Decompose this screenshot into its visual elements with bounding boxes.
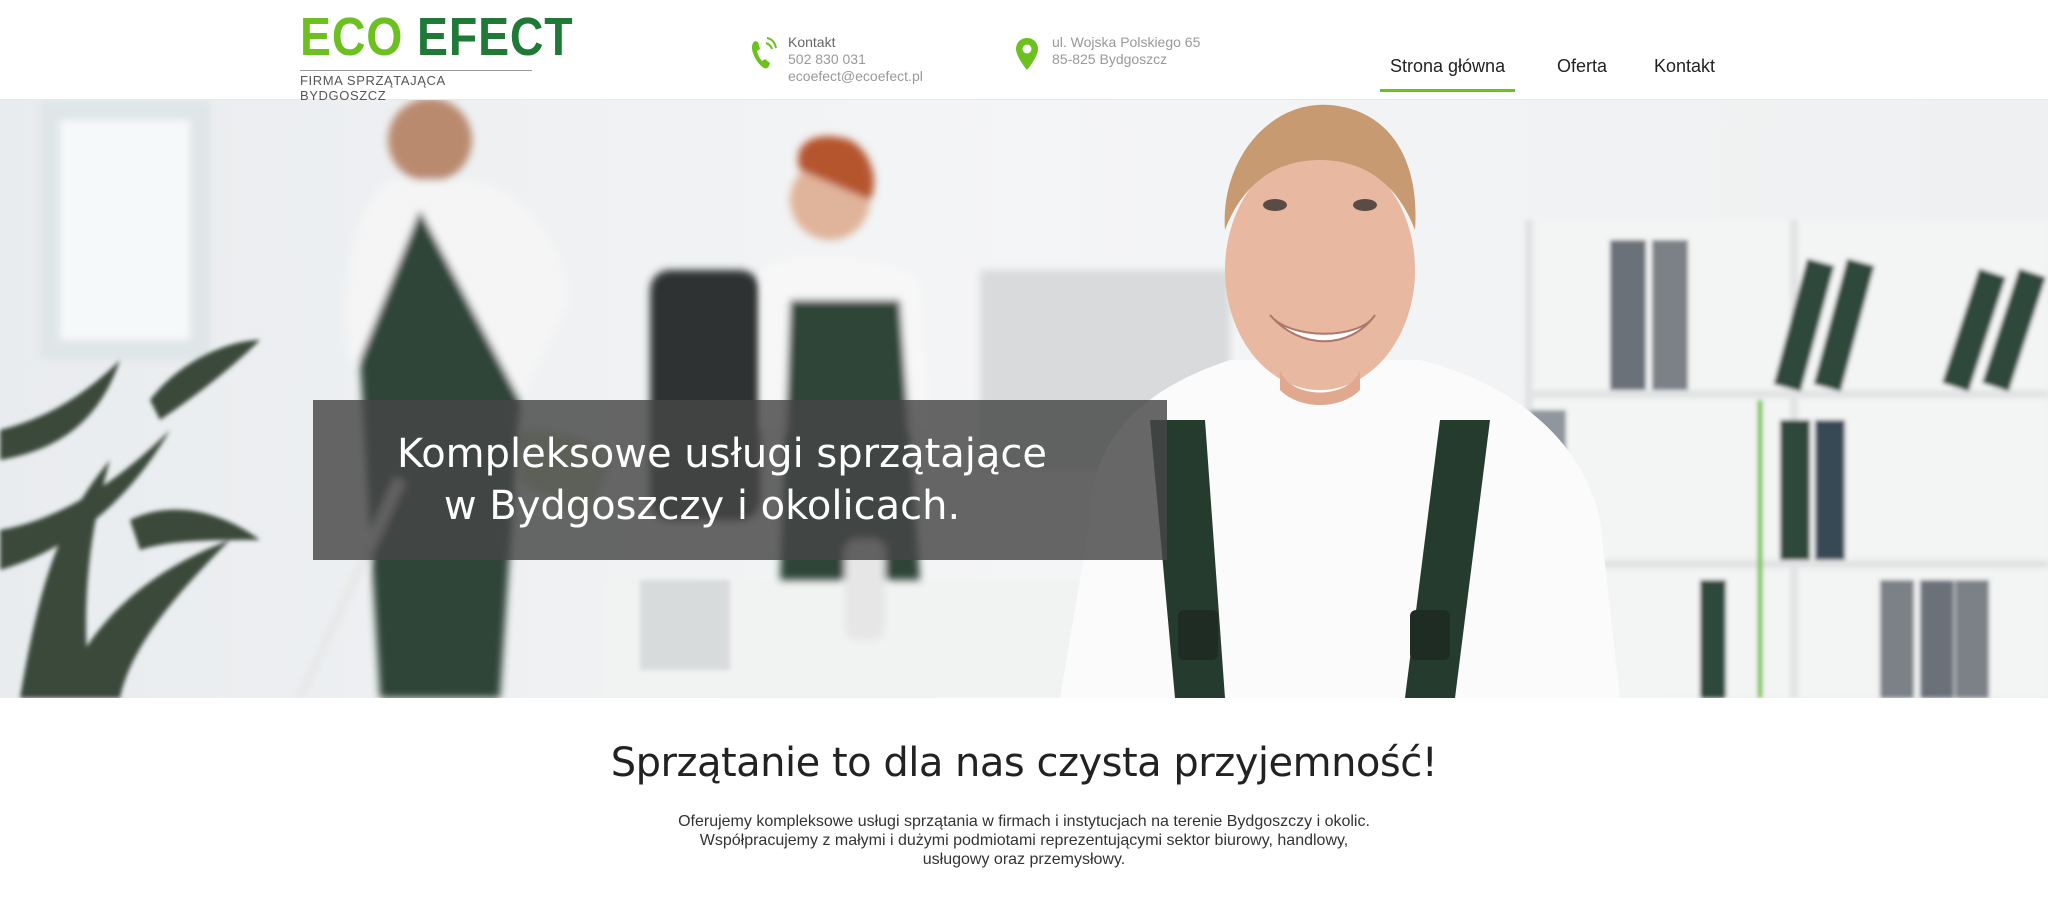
- site-header: ECO EFECT FIRMA SPRZĄTAJĄCA BYDGOSZCZ Ko…: [0, 0, 2048, 103]
- nav-item-offer[interactable]: Oferta: [1547, 50, 1617, 89]
- phone-contact: Kontakt 502 830 031 ecoefect@ecoefect.pl: [748, 34, 923, 85]
- intro-text-line-3: usługowy oraz przemysłowy.: [922, 851, 1126, 868]
- hero-banner: Kompleksowe usługi sprzątające w Bydgosz…: [0, 100, 2048, 698]
- address-contact: ul. Wojska Polskiego 65 85-825 Bydgoszcz: [1012, 34, 1200, 74]
- hero-caption: Kompleksowe usługi sprzątające w Bydgosz…: [313, 400, 1167, 560]
- phone-contact-label: Kontakt: [788, 34, 836, 50]
- intro-text-line-2: Współpracujemy z małymi i dużymi podmiot…: [699, 832, 1349, 849]
- address-street: ul. Wojska Polskiego 65: [1052, 34, 1201, 50]
- logo[interactable]: ECO EFECT FIRMA SPRZĄTAJĄCA BYDGOSZCZ: [300, 10, 618, 103]
- phone-icon: [748, 34, 778, 74]
- intro-text-line-1: Oferujemy kompleksowe usługi sprzątania …: [678, 813, 1370, 830]
- intro-paragraph: Oferujemy kompleksowe usługi sprzątania …: [574, 812, 1474, 869]
- logo-word-eco: ECO: [300, 7, 404, 67]
- logo-wordmark: ECO EFECT: [300, 10, 574, 64]
- address-city: 85-825 Bydgoszcz: [1052, 51, 1168, 67]
- intro-heading: Sprzątanie to dla nas czysta przyjemność…: [610, 740, 1438, 786]
- logo-tagline: FIRMA SPRZĄTAJĄCA BYDGOSZCZ: [300, 70, 532, 103]
- nav-item-contact[interactable]: Kontakt: [1644, 50, 1725, 89]
- nav-item-home[interactable]: Strona główna: [1380, 50, 1516, 92]
- hero-photo: [0, 100, 2048, 698]
- address-lines: ul. Wojska Polskiego 65 85-825 Bydgoszcz: [1052, 34, 1200, 68]
- phone-contact-lines: Kontakt 502 830 031 ecoefect@ecoefect.pl: [788, 34, 923, 85]
- hero-caption-line-1: Kompleksowe usługi sprzątające: [396, 431, 1048, 477]
- email-address[interactable]: ecoefect@ecoefect.pl: [788, 68, 923, 85]
- location-pin-icon: [1012, 34, 1042, 74]
- hero-caption-line-2: w Bydgoszczy i okolicach.: [443, 483, 961, 529]
- phone-number[interactable]: 502 830 031: [788, 51, 923, 68]
- intro-section: Sprzątanie to dla nas czysta przyjemność…: [0, 698, 2048, 924]
- logo-word-efect: EFECT: [417, 7, 574, 67]
